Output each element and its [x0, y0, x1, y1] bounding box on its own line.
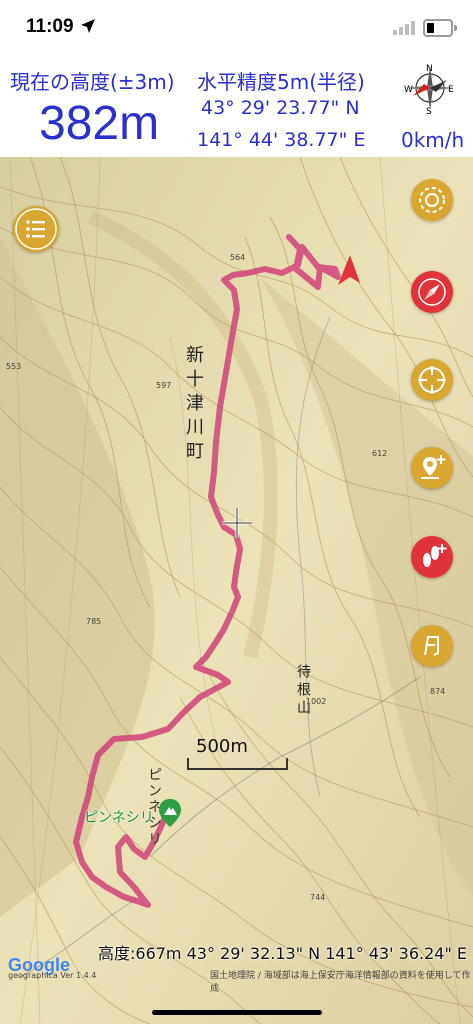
spiral-record-icon — [419, 187, 445, 213]
topo-map[interactable]: 新十津川町 待根山 ピンネシリ 564 597 612 785 1002 874… — [0, 157, 473, 1024]
map-attribution: 国土地理院 / 海域部は海上保安庁海洋情報部の資料を使用して作成 — [210, 971, 471, 994]
elev-label: 612 — [372, 449, 388, 458]
cursor-coordinates: 高度:667m 43° 29' 32.13" N 141° 43' 36.24"… — [98, 944, 468, 963]
elev-label: 874 — [430, 687, 446, 696]
longitude-value: 141° 44' 38.77" E — [197, 129, 366, 151]
status-time: 11:09 — [26, 16, 74, 37]
list-menu-icon — [15, 208, 57, 250]
trail-icon — [424, 636, 439, 656]
menu-button[interactable] — [13, 206, 59, 252]
add-place-button[interactable] — [411, 447, 453, 489]
town-label: 新十津川町 — [183, 345, 204, 465]
elev-label: 597 — [156, 381, 172, 390]
locate-button[interactable] — [411, 359, 453, 401]
map-contours — [0, 157, 473, 1024]
location-arrow-icon — [81, 19, 95, 33]
add-place-icon — [421, 455, 446, 479]
compass-mode-button[interactable] — [411, 271, 453, 313]
compass-letter-w: W — [404, 85, 413, 95]
trail-button[interactable] — [411, 625, 453, 667]
elev-label: 785 — [86, 617, 102, 626]
altitude-value: 382m — [39, 97, 160, 150]
altitude-label: 現在の高度(±3m) — [10, 70, 175, 94]
app-version: geographica Ver 1.4.4 — [8, 971, 97, 980]
scale-label: 500m — [196, 736, 248, 757]
elev-label: 1002 — [306, 697, 327, 706]
record-button[interactable] — [411, 179, 453, 221]
elev-label: 553 — [6, 362, 22, 371]
mountain-label: 待根山 — [295, 664, 311, 718]
add-footprint-button[interactable] — [411, 536, 453, 578]
speed-value: 0km/h — [401, 128, 465, 152]
peak-name-label: ピンネシリ — [84, 810, 154, 826]
peak-pin-icon[interactable] — [158, 798, 182, 828]
compass-rose-icon[interactable]: N E S W — [402, 60, 458, 116]
compass-letter-e: E — [448, 85, 454, 95]
latitude-value: 43° 29' 23.77" N — [201, 97, 360, 119]
battery-icon — [423, 19, 457, 37]
compass-letter-s: S — [426, 107, 432, 116]
locate-crosshair-icon — [418, 366, 446, 394]
accuracy-label: 水平精度5m(半径) — [197, 70, 365, 94]
compass-letter-n: N — [426, 64, 433, 74]
status-bar: 11:09 — [0, 0, 473, 56]
home-indicator[interactable] — [152, 1010, 322, 1015]
crosshair-icon — [222, 508, 252, 538]
elev-label: 564 — [230, 253, 246, 262]
compass-icon — [418, 278, 446, 306]
wifi-signal-icon — [393, 21, 415, 35]
footprint-icon — [423, 544, 447, 567]
elev-label: 744 — [310, 893, 326, 902]
scale-bar — [187, 758, 288, 770]
